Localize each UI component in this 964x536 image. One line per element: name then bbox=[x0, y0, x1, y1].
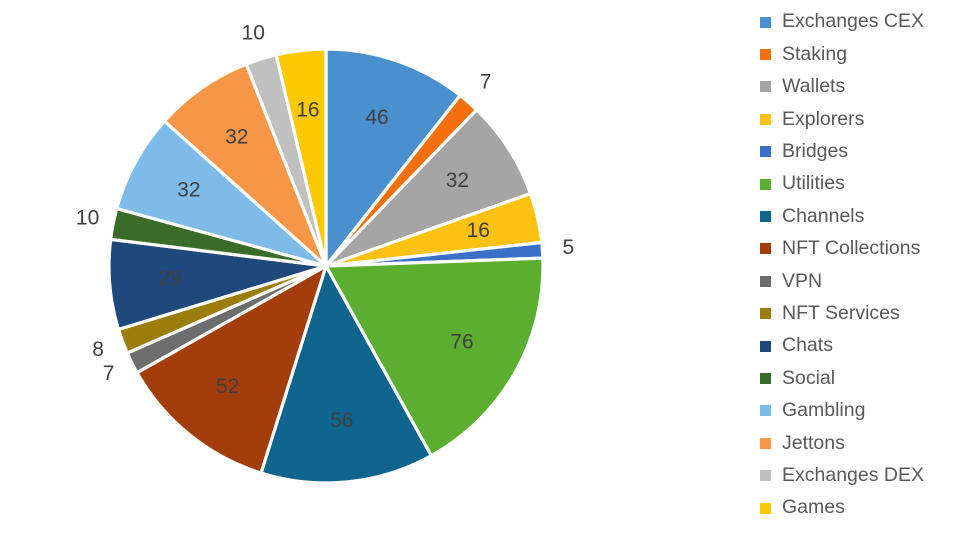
legend-item-label: Social bbox=[782, 366, 836, 389]
legend-item[interactable]: Social bbox=[760, 362, 964, 394]
pie-slice-value-label: 29 bbox=[159, 267, 182, 290]
legend-swatch-icon bbox=[760, 470, 771, 482]
chart-legend: Exchanges CEX Staking Wallets Explorers Brid… bbox=[760, 6, 964, 524]
legend-swatch-icon bbox=[760, 16, 771, 28]
legend-swatch-icon bbox=[760, 243, 771, 255]
legend-item-label: Jettons bbox=[782, 431, 845, 454]
pie-slice-value-label: 5 bbox=[563, 236, 575, 259]
legend-item[interactable]: VPN bbox=[760, 265, 964, 297]
legend-item[interactable]: Bridges bbox=[760, 136, 964, 168]
legend-swatch-icon bbox=[760, 113, 771, 125]
pie-slice-value-label: 32 bbox=[446, 169, 469, 192]
legend-item[interactable]: Gambling bbox=[760, 395, 964, 427]
legend-item[interactable]: Exchanges CEX bbox=[760, 6, 964, 38]
legend-swatch-icon bbox=[760, 340, 771, 352]
legend-swatch-icon bbox=[760, 502, 771, 514]
legend-swatch-icon bbox=[760, 308, 771, 320]
legend-item-label: Staking bbox=[782, 42, 848, 65]
legend-item-label: Games bbox=[782, 496, 845, 519]
pie-slice-value-label: 7 bbox=[103, 362, 115, 385]
pie-chart-svg: 4673216576565278291032321016 bbox=[76, 22, 575, 485]
legend-item-label: NFT Services bbox=[782, 301, 900, 324]
pie-slice-value-label: 7 bbox=[480, 70, 492, 93]
pie-slice-value-label: 10 bbox=[76, 206, 99, 229]
legend-swatch-icon bbox=[760, 405, 771, 417]
pie-chart-page: 46 7 32 16 5 76 56 52 7 8 29 10 32 32 10 16 Exchanges C… bbox=[0, 0, 964, 536]
legend-item[interactable]: Explorers bbox=[760, 103, 964, 135]
legend-item-label: NFT Collections bbox=[782, 237, 921, 260]
legend-item[interactable]: Staking bbox=[760, 38, 964, 70]
legend-item-label: Exchanges DEX bbox=[782, 463, 924, 486]
legend-item-label: Channels bbox=[782, 204, 865, 227]
legend-item[interactable]: Games bbox=[760, 492, 964, 524]
pie-slice-value-label: 56 bbox=[330, 409, 353, 432]
legend-item-label: Explorers bbox=[782, 107, 865, 130]
legend-swatch-icon bbox=[760, 211, 771, 223]
legend-item-label: Bridges bbox=[782, 140, 849, 162]
pie-slice-value-label: 16 bbox=[296, 98, 319, 121]
legend-item[interactable]: Wallets bbox=[760, 71, 964, 103]
pie-slice-value-label: 76 bbox=[450, 330, 473, 353]
pie-slice-value-label: 32 bbox=[177, 179, 200, 202]
legend-swatch-icon bbox=[760, 81, 771, 93]
pie-slice-value-label: 8 bbox=[92, 338, 104, 361]
legend-item[interactable]: Chats bbox=[760, 330, 964, 362]
pie-slice-value-label: 16 bbox=[467, 219, 490, 242]
legend-item[interactable]: NFT Services bbox=[760, 298, 964, 330]
pie-slice-value-label: 46 bbox=[365, 106, 388, 129]
legend-item[interactable]: Exchanges DEX bbox=[760, 459, 964, 491]
pie-slice-value-label: 52 bbox=[216, 375, 239, 398]
legend-item[interactable]: Channels bbox=[760, 200, 964, 232]
legend-item-label: Gambling bbox=[782, 399, 866, 422]
legend-item-label: Chats bbox=[782, 334, 833, 357]
pie-slice-value-label: 32 bbox=[225, 125, 248, 148]
legend-item-label: Wallets bbox=[782, 75, 846, 98]
legend-swatch-icon bbox=[760, 146, 771, 158]
legend-swatch-icon bbox=[760, 178, 771, 190]
legend-item[interactable]: Utilities bbox=[760, 168, 964, 200]
legend-item-label: Utilities bbox=[782, 172, 845, 195]
legend-swatch-icon bbox=[760, 49, 771, 61]
pie-slice-value-label: 10 bbox=[242, 22, 265, 45]
legend-item-label: VPN bbox=[782, 269, 823, 292]
legend-swatch-icon bbox=[760, 275, 771, 287]
legend-item[interactable]: NFT Collections bbox=[760, 233, 964, 265]
legend-swatch-icon bbox=[760, 437, 771, 449]
legend-item[interactable]: Jettons bbox=[760, 427, 964, 459]
legend-item-label: Exchanges CEX bbox=[782, 10, 924, 33]
pie-chart-area: 46 7 32 16 5 76 56 52 7 8 29 10 32 32 10 16 bbox=[0, 0, 700, 536]
legend-swatch-icon bbox=[760, 372, 771, 384]
